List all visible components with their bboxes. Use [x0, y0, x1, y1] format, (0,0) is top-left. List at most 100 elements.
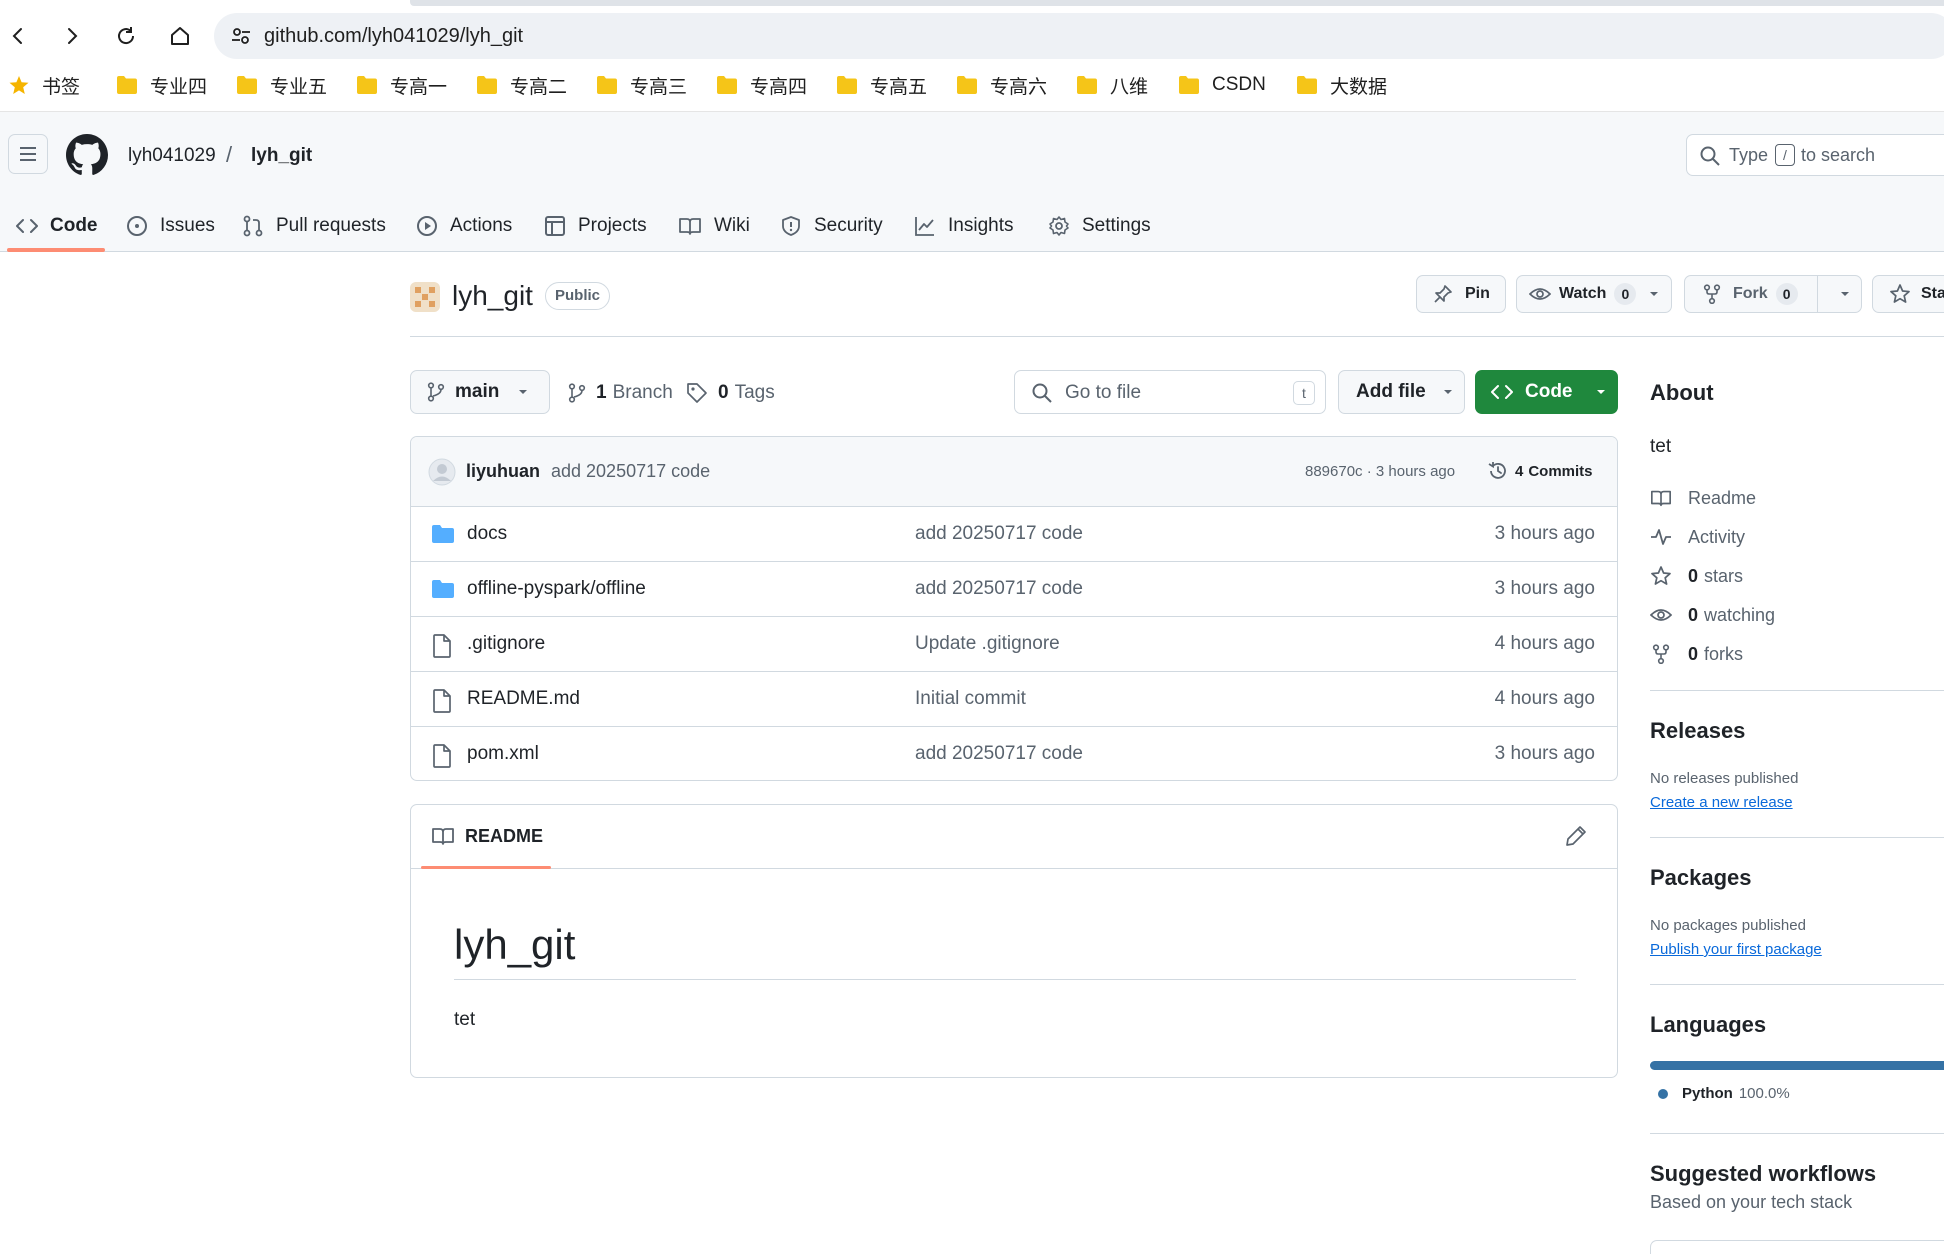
tags-link[interactable]: 0 Tags [686, 382, 775, 404]
tab-wiki[interactable]: Wiki [678, 200, 750, 252]
repo-title[interactable]: lyh_git [452, 280, 533, 312]
chevron-down-icon[interactable] [1839, 288, 1851, 300]
watch-button[interactable]: Watch 0 [1516, 275, 1672, 313]
pencil-icon[interactable] [1565, 825, 1587, 847]
about-activity-link[interactable]: Activity [1650, 524, 1745, 550]
tab-projects[interactable]: Projects [544, 200, 647, 252]
packages-heading[interactable]: Packages [1650, 865, 1752, 891]
reload-button[interactable] [108, 18, 144, 54]
star-button[interactable]: Star [1872, 275, 1944, 313]
tab-insights[interactable]: Insights [914, 200, 1013, 252]
languages-heading: Languages [1650, 1012, 1767, 1037]
table-row[interactable]: .gitignore Update .gitignore 4 hours ago [411, 617, 1617, 672]
book-icon [1651, 490, 1671, 507]
bookmark-item[interactable]: 专业四 [116, 70, 207, 100]
branch-icon [568, 383, 586, 403]
bookmark-item[interactable]: 专高五 [836, 70, 927, 100]
file-name[interactable]: README.md [467, 688, 580, 710]
chevron-down-icon[interactable] [1648, 288, 1660, 300]
url-text[interactable]: github.com/lyh041029/lyh_git [264, 25, 523, 48]
tab-actions[interactable]: Actions [416, 200, 512, 252]
branch-select[interactable]: main [410, 370, 550, 414]
about-readme-link[interactable]: Readme [1650, 485, 1756, 511]
table-row[interactable]: docs add 20250717 code 3 hours ago [411, 507, 1617, 562]
file-name[interactable]: .gitignore [467, 633, 545, 655]
commits-link[interactable]: 4 Commits [1487, 460, 1593, 482]
tab-pull-requests[interactable]: Pull requests [242, 200, 386, 252]
github-logo-icon[interactable] [66, 134, 108, 176]
go-to-file-input[interactable]: Go to file t [1014, 370, 1326, 414]
tab-code[interactable]: Code [16, 200, 98, 252]
publish-package-link[interactable]: Publish your first package [1650, 941, 1822, 958]
about-watching-link[interactable]: 0 watching [1650, 602, 1775, 628]
folder-icon [117, 76, 137, 94]
chevron-down-icon [1596, 390, 1605, 394]
releases-heading[interactable]: Releases [1650, 718, 1745, 744]
search-input[interactable]: Type / to search [1686, 134, 1944, 176]
file-commit-message[interactable]: add 20250717 code [915, 743, 1083, 765]
file-commit-message[interactable]: Initial commit [915, 688, 1026, 710]
file-name[interactable]: offline-pyspark/offline [467, 578, 646, 600]
pin-label: Pin [1465, 285, 1490, 302]
tab-security[interactable]: Security [780, 200, 883, 252]
packages-empty: No packages published [1650, 917, 1806, 934]
breadcrumb-repo[interactable]: lyh_git [251, 145, 312, 167]
commit-message[interactable]: add 20250717 code [551, 461, 710, 482]
site-settings-icon[interactable] [230, 25, 252, 47]
gear-icon [1049, 216, 1069, 236]
bookmark-item[interactable]: 专高二 [476, 70, 567, 100]
code-button[interactable]: Code [1475, 370, 1618, 414]
bookmark-item[interactable]: 专业五 [236, 70, 327, 100]
file-name[interactable]: pom.xml [467, 743, 539, 765]
branches-link[interactable]: 1 Branch [568, 382, 673, 404]
workflow-card[interactable] [1650, 1240, 1944, 1254]
chevron-down-icon [519, 390, 528, 394]
readme-tab[interactable]: README [431, 825, 543, 847]
bookmark-item[interactable]: 专高三 [596, 70, 687, 100]
tags-count: 0 [718, 382, 729, 403]
table-row[interactable]: offline-pyspark/offline add 20250717 cod… [411, 562, 1617, 617]
bookmark-item[interactable]: 专高六 [956, 70, 1047, 100]
avatar[interactable] [428, 458, 456, 486]
about-stars-link[interactable]: 0 stars [1650, 563, 1743, 589]
tab-actions-label: Actions [450, 215, 513, 236]
table-row[interactable]: pom.xml add 20250717 code 3 hours ago [411, 727, 1617, 780]
language-item[interactable]: Python 100.0% [1658, 1085, 1790, 1102]
file-commit-message[interactable]: add 20250717 code [915, 523, 1083, 545]
fork-button[interactable]: Fork 0 [1684, 275, 1862, 313]
readme-panel: README lyh_git tet [410, 804, 1618, 1078]
workflows-subtitle: Based on your tech stack [1650, 1192, 1853, 1212]
commit-hash-time[interactable]: 889670c · 3 hours ago [1305, 463, 1455, 480]
star-label: Star [1921, 285, 1944, 302]
bookmark-item[interactable]: CSDN [1178, 70, 1266, 100]
breadcrumb-owner[interactable]: lyh041029 [128, 145, 216, 167]
add-file-button[interactable]: Add file [1338, 370, 1465, 414]
bookmark-label: 专高一 [390, 76, 448, 98]
commit-author[interactable]: liyuhuan [466, 461, 540, 482]
bookmark-item[interactable]: 专高四 [716, 70, 807, 100]
code-icon [1491, 385, 1513, 399]
forward-button[interactable] [54, 18, 90, 54]
file-icon [433, 689, 451, 713]
bookmark-item[interactable]: 书签 [8, 70, 80, 100]
file-commit-message[interactable]: Update .gitignore [915, 633, 1060, 655]
table-row[interactable]: README.md Initial commit 4 hours ago [411, 672, 1617, 727]
tab-issues[interactable]: Issues [126, 200, 215, 252]
pin-button[interactable]: Pin [1416, 275, 1506, 313]
tab-settings[interactable]: Settings [1048, 200, 1151, 252]
readme-header: README [411, 805, 1617, 869]
back-button[interactable] [0, 18, 36, 54]
bookmark-item[interactable]: 专高一 [356, 70, 447, 100]
create-release-link[interactable]: Create a new release [1650, 794, 1793, 811]
file-commit-message[interactable]: add 20250717 code [915, 578, 1083, 600]
address-bar[interactable]: github.com/lyh041029/lyh_git [214, 13, 1944, 59]
bookmark-item[interactable]: 八维 [1076, 70, 1148, 100]
about-heading: About [1650, 380, 1714, 405]
menu-button[interactable] [8, 134, 48, 174]
bookmark-item[interactable]: 大数据 [1296, 70, 1387, 100]
language-color-dot [1658, 1088, 1668, 1099]
go-to-file-placeholder: Go to file [1065, 382, 1142, 403]
file-name[interactable]: docs [467, 523, 507, 545]
about-forks-link[interactable]: 0 forks [1650, 641, 1743, 667]
home-button[interactable] [162, 18, 198, 54]
